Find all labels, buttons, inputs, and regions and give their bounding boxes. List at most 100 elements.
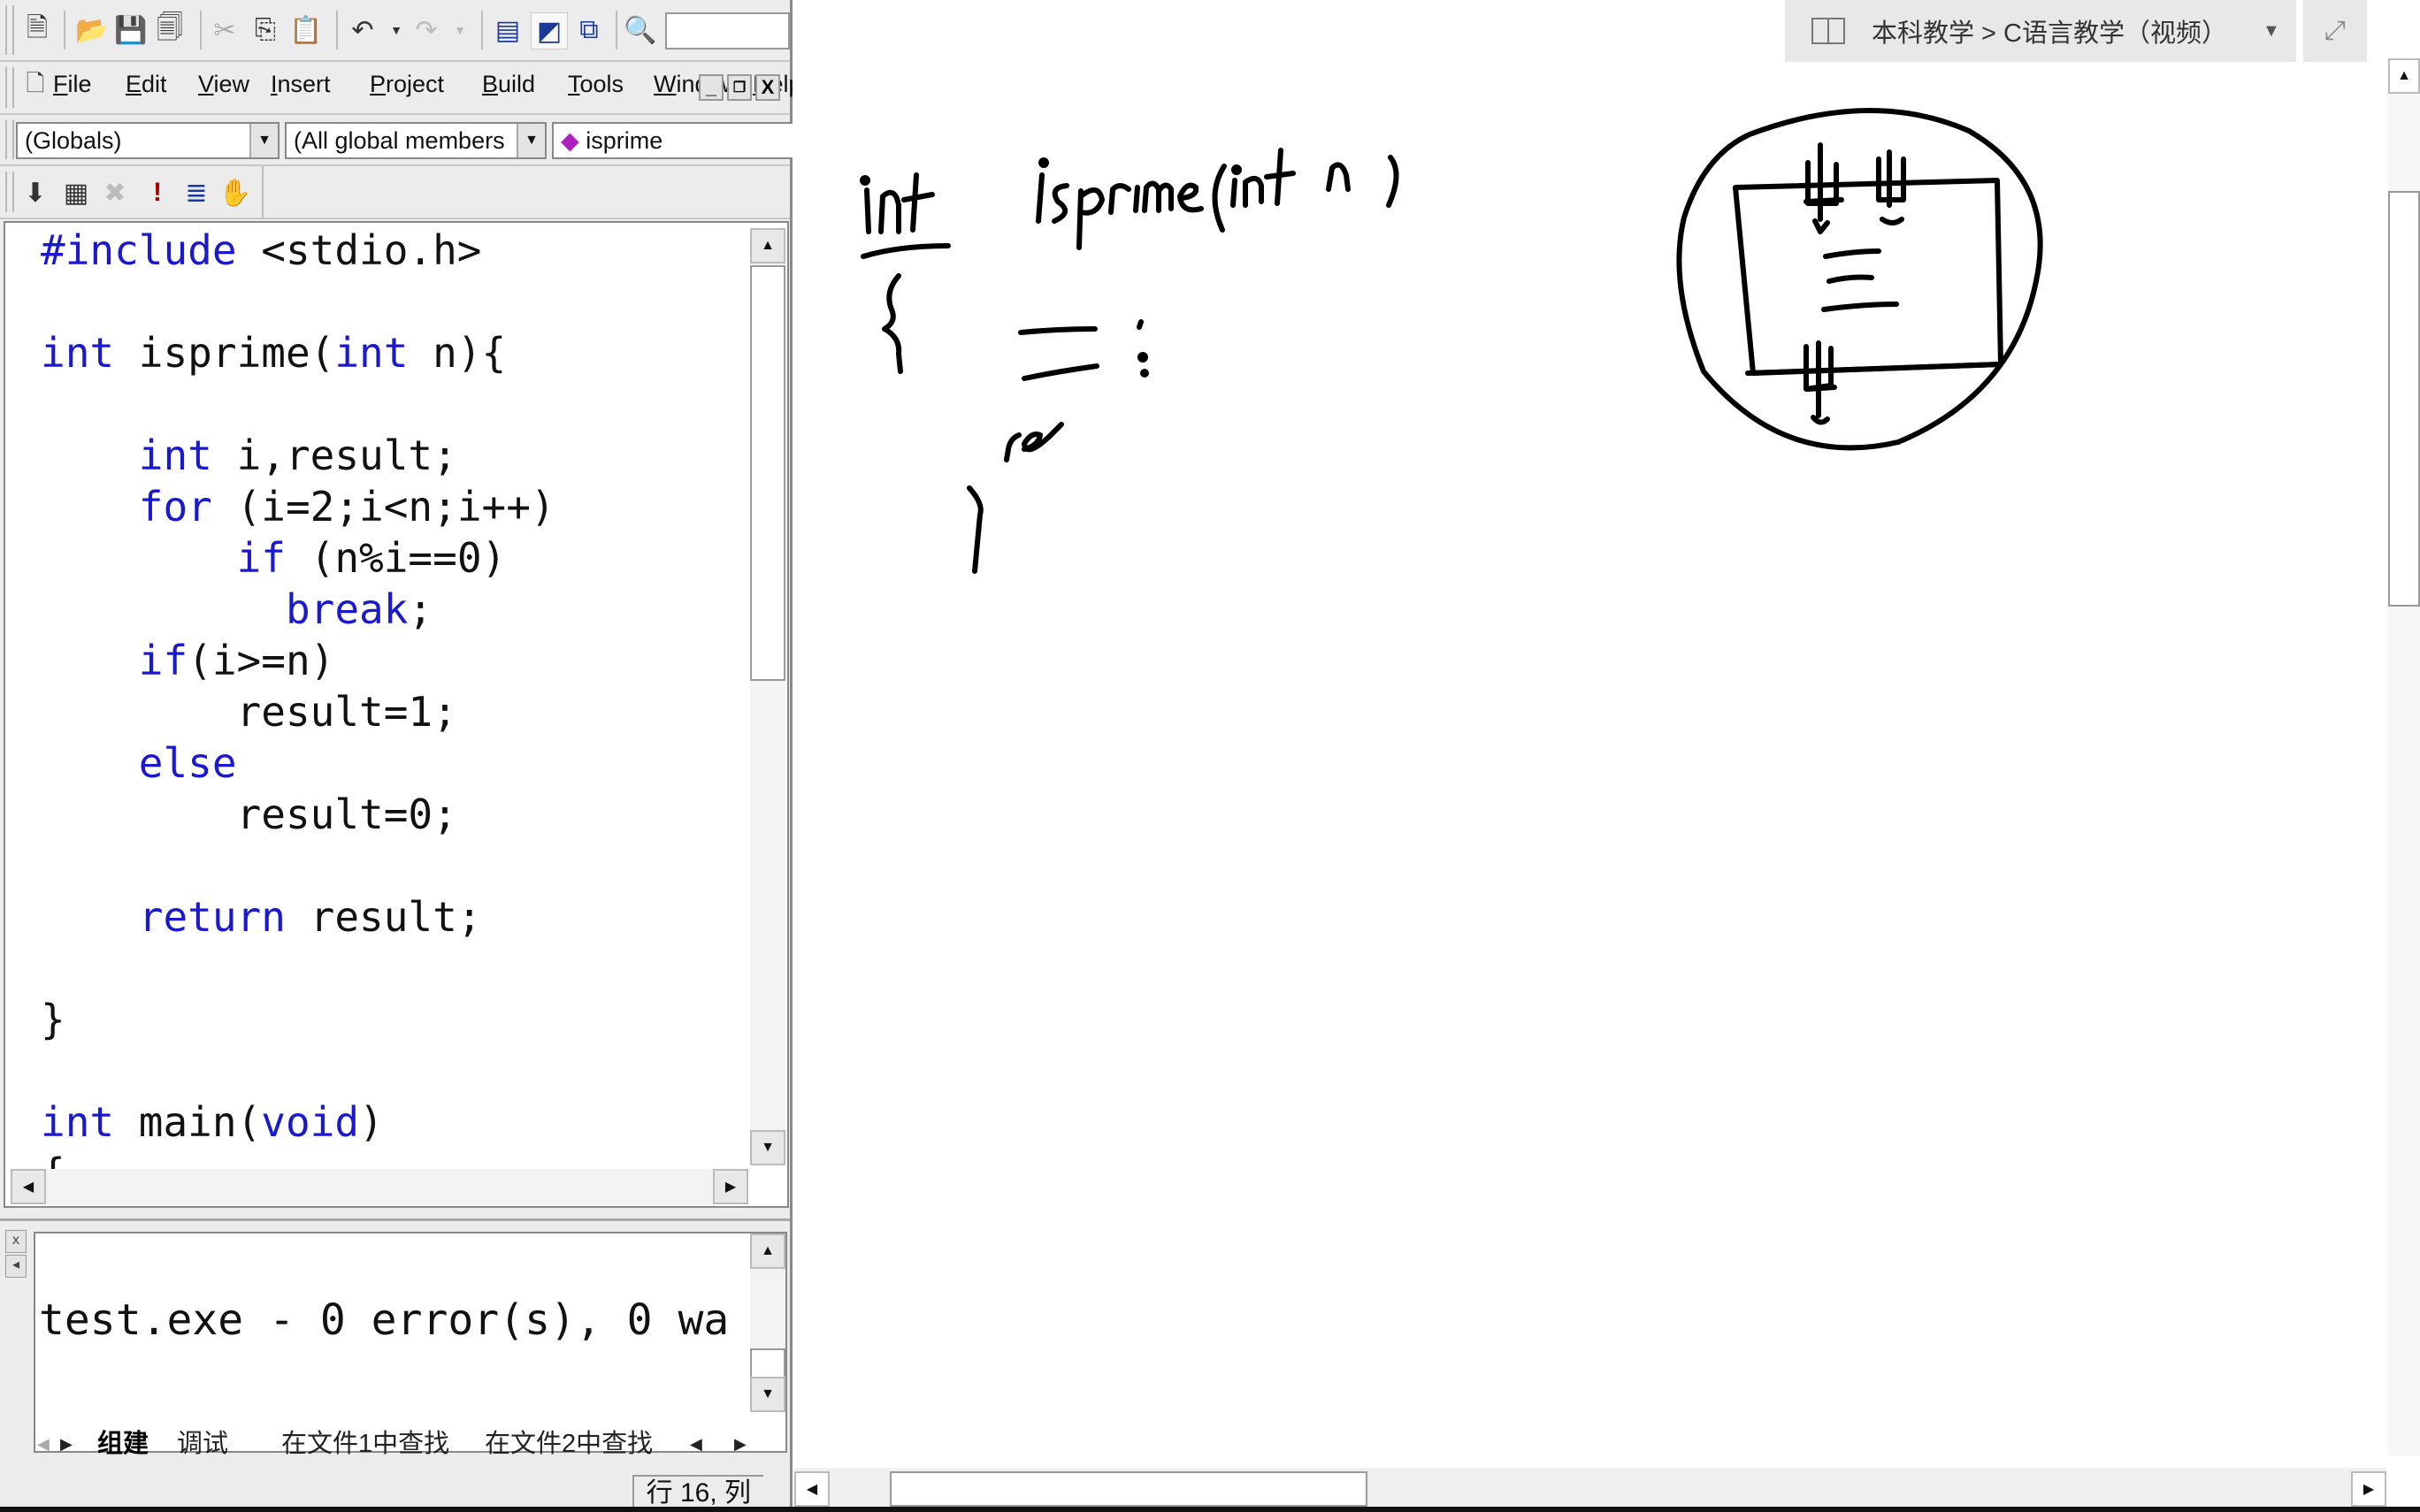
cut-icon[interactable]: ✂ [207, 12, 242, 48]
scroll-up-button[interactable]: ▲ [750, 1233, 785, 1269]
redo-dropdown-icon[interactable]: ▼ [442, 12, 478, 48]
go-icon[interactable]: ≣ [179, 175, 214, 210]
menu-view[interactable]: View [198, 71, 249, 98]
tabbar-scroll-right-icon[interactable]: ▶ [734, 1428, 747, 1460]
code-line[interactable]: { [41, 1148, 745, 1171]
code-line[interactable]: else [41, 737, 745, 789]
menu-project[interactable]: Project [370, 71, 444, 98]
close-pane-icon[interactable]: x [5, 1230, 27, 1253]
breakpoint-hand-icon[interactable]: ✋ [218, 175, 253, 210]
tab-find-in-files-1[interactable]: 在文件1中查找 [281, 1428, 449, 1460]
code-editor[interactable]: #include <stdio.h> int isprime(int n){ i… [4, 221, 789, 1208]
undo-icon[interactable]: ↶ [345, 12, 380, 48]
chevron-down-icon[interactable]: ▼ [249, 124, 278, 157]
wizardbar-grip[interactable] [5, 120, 14, 159]
code-text: main( [114, 1098, 262, 1146]
editor-horizontal-scrollbar[interactable]: ◀ ▶ [11, 1169, 748, 1204]
paste-icon[interactable]: 📋 [288, 12, 324, 48]
save-all-icon[interactable]: 🗐 [152, 12, 188, 48]
scroll-up-button[interactable]: ▲ [2388, 58, 2420, 94]
build-toolbar-grip[interactable] [5, 172, 14, 212]
tab-find-in-files-2[interactable]: 在文件2中查找 [485, 1428, 653, 1460]
whiteboard-canvas[interactable]: 本科教学 > C语言教学（视频） ▼ ⤢ ▲ ◀ ▶ [793, 0, 2420, 1512]
scroll-up-button[interactable]: ▲ [750, 228, 785, 263]
tab-scroll-right-icon[interactable]: ▶ [60, 1428, 73, 1460]
workspace-icon[interactable]: ▤ [490, 12, 525, 48]
code-line[interactable] [41, 1045, 745, 1096]
build-icon[interactable]: ▦ [58, 175, 94, 210]
code-line[interactable]: #include <stdio.h> [41, 225, 745, 276]
menu-window[interactable]: Window [654, 71, 739, 98]
menu-build[interactable]: Build [482, 71, 535, 98]
code-line[interactable] [41, 378, 745, 430]
redo-icon[interactable]: ↷ [409, 12, 444, 48]
editor-vertical-scrollbar[interactable]: ▲ ▼ [750, 228, 785, 1165]
ink-open-brace [882, 273, 903, 374]
menubar-grip[interactable] [5, 67, 14, 108]
code-line[interactable]: for (i=2;i<n;i++) [41, 481, 745, 532]
scroll-down-button[interactable]: ▼ [750, 1377, 785, 1412]
code-line[interactable] [41, 840, 745, 891]
tab-build[interactable]: 组建 [97, 1428, 149, 1460]
scroll-thumb[interactable] [890, 1471, 1367, 1507]
menu-file[interactable]: File [53, 71, 92, 98]
code-line[interactable]: } [41, 994, 745, 1045]
code-line[interactable]: result=1; [41, 686, 745, 737]
code-line[interactable] [41, 276, 745, 327]
mdi-close-button[interactable]: X [755, 74, 780, 101]
chevron-down-icon[interactable]: ▼ [517, 124, 545, 157]
output-icon[interactable]: ◩ [531, 12, 568, 50]
tab-scroll-left-icon[interactable]: ◀ [37, 1428, 50, 1460]
scroll-right-button[interactable]: ▶ [2351, 1471, 2386, 1507]
code-line[interactable]: int i,result; [41, 430, 745, 481]
menu-insert[interactable]: Insert [271, 71, 331, 98]
compile-icon[interactable]: ⬇ [18, 175, 53, 210]
tabbar-scroll-left-icon[interactable]: ◀ [690, 1428, 702, 1460]
menu-edit[interactable]: Edit [126, 71, 167, 98]
code-line[interactable]: int isprime(int n){ [41, 327, 745, 378]
mdi-minimize-button[interactable]: _ [699, 74, 724, 101]
menu-tools[interactable]: Tools [568, 71, 624, 98]
code-line[interactable]: return result; [41, 891, 745, 943]
scroll-left-button[interactable]: ◀ [794, 1471, 830, 1507]
code-line[interactable]: if (n%i==0) [41, 532, 745, 584]
mdi-restore-button[interactable]: ❐ [727, 74, 752, 101]
execute-icon[interactable]: ! [140, 175, 175, 210]
toolbar-separator [200, 11, 202, 50]
scroll-left-button[interactable]: ◀ [11, 1169, 46, 1204]
code-keyword: void [261, 1098, 360, 1146]
scope-combo[interactable]: (Globals) ▼ [16, 122, 280, 159]
board-horizontal-scrollbar[interactable]: ◀ ▶ [794, 1468, 2386, 1510]
scroll-thumb[interactable] [750, 265, 785, 681]
find-in-files-icon[interactable]: 🔍 [623, 12, 658, 48]
code-line[interactable] [41, 943, 745, 994]
members-combo[interactable]: (All global members ▼ [285, 122, 547, 159]
scroll-down-button[interactable]: ▼ [750, 1130, 785, 1165]
pane-arrow-icon[interactable]: ◂ [5, 1255, 27, 1278]
ink-close-brace [967, 485, 984, 574]
output-vertical-scrollbar[interactable]: ▲ ▼ [750, 1233, 785, 1412]
document-icon[interactable]: 🗋 [18, 69, 53, 104]
new-file-icon[interactable]: 🗎 [19, 12, 55, 48]
code-area[interactable]: #include <stdio.h> int isprime(int n){ i… [41, 223, 745, 1171]
copy-icon[interactable]: ⎘ [248, 12, 283, 48]
scroll-right-button[interactable]: ▶ [713, 1169, 748, 1204]
tab-debug[interactable]: 调试 [177, 1428, 228, 1460]
code-line[interactable]: int main(void) [41, 1096, 745, 1148]
ink-re-word [1004, 422, 1064, 462]
code-line[interactable]: break; [41, 584, 745, 635]
find-input[interactable] [665, 12, 790, 50]
board-vertical-scrollbar[interactable]: ▲ [2388, 58, 2420, 1455]
output-box[interactable]: test.exe - 0 error(s), 0 wa ▲ ▼ [34, 1232, 787, 1453]
scroll-thumb[interactable] [2388, 191, 2420, 607]
code-line[interactable]: if(i>=n) [41, 635, 745, 686]
stop-build-icon[interactable]: ✖ [97, 175, 133, 210]
code-text: { [41, 1149, 65, 1171]
save-icon[interactable]: 💾 [113, 12, 149, 48]
code-line[interactable]: result=0; [41, 789, 745, 840]
open-folder-icon[interactable]: 📂 [74, 12, 110, 48]
toolbar-grip[interactable] [5, 5, 14, 55]
ink-diagram-circle [1676, 107, 2043, 451]
function-combo[interactable]: ◆ isprime [552, 122, 793, 159]
window-list-icon[interactable]: ⧉ [571, 12, 607, 48]
